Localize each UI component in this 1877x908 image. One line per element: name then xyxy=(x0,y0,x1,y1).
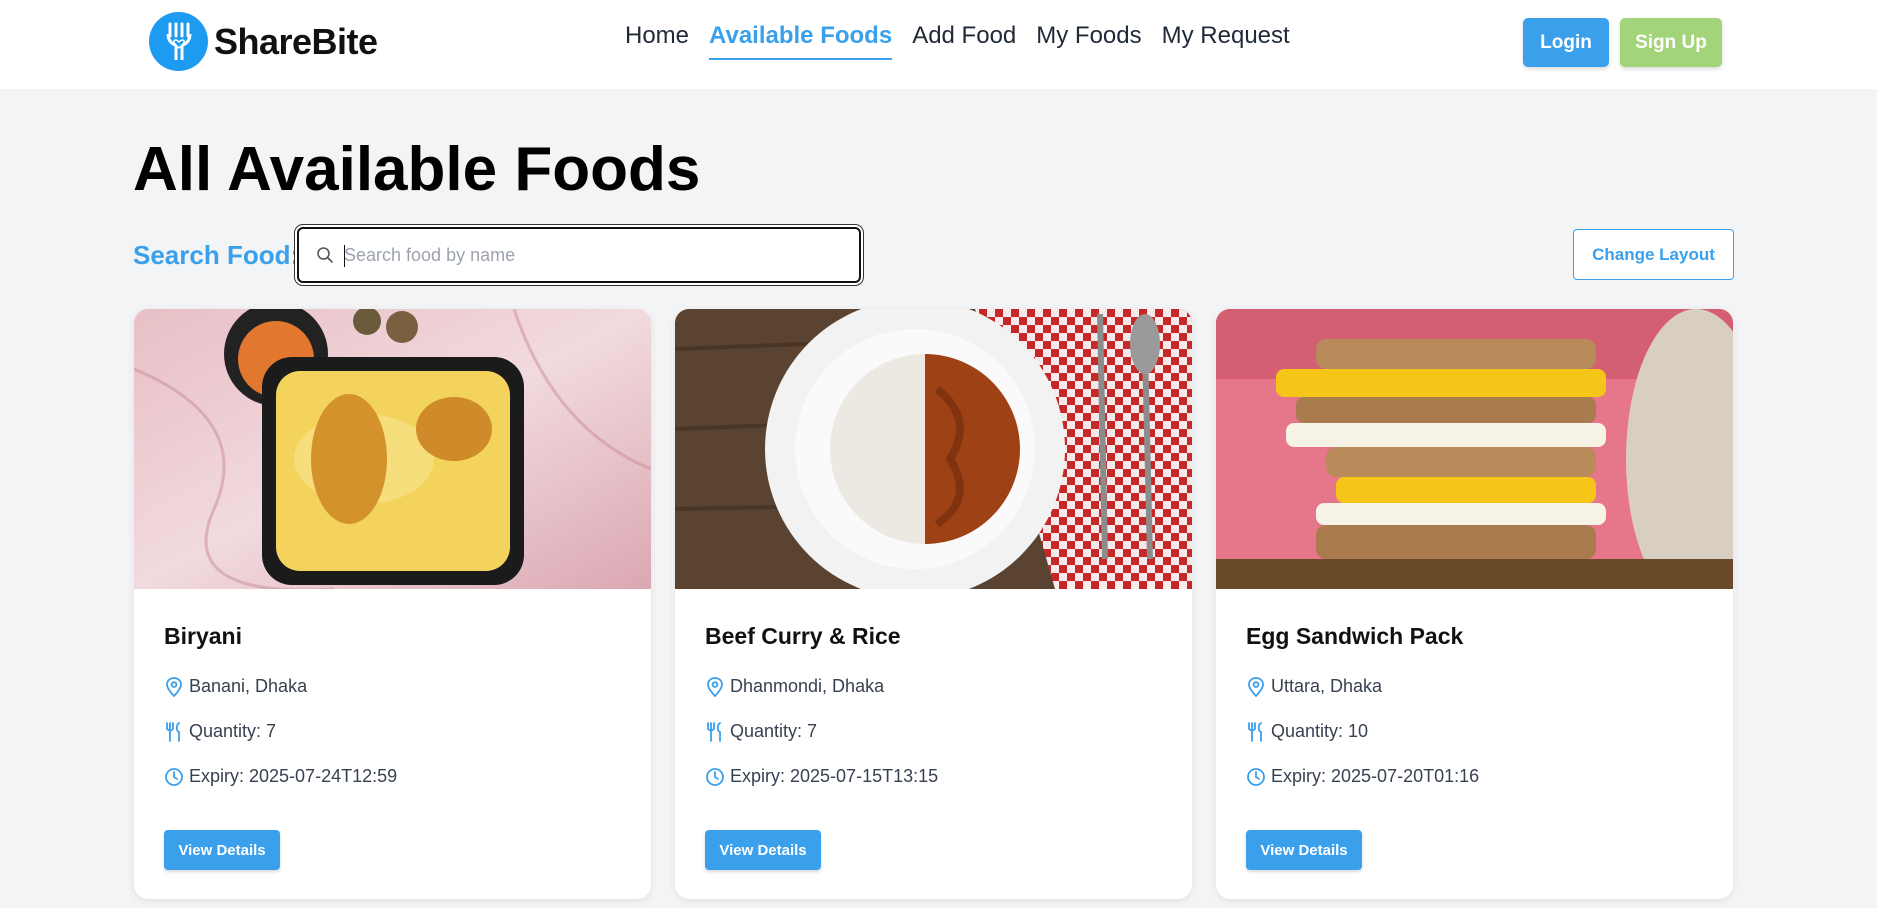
logo[interactable]: ShareBite xyxy=(149,12,378,71)
food-card-biryani: Biryani Banani, Dhaka Quantity: 7 Expiry… xyxy=(134,309,651,899)
page-title: All Available Foods xyxy=(133,135,701,204)
map-pin-icon xyxy=(705,676,725,697)
nav-available-foods[interactable]: Available Foods xyxy=(709,22,893,60)
food-location: Dhanmondi, Dhaka xyxy=(705,676,884,697)
beef-curry-rice-photo xyxy=(675,309,1192,589)
login-button[interactable]: Login xyxy=(1523,18,1609,67)
food-expiry: Expiry: 2025-07-24T12:59 xyxy=(164,766,397,787)
egg-sandwich-photo xyxy=(1216,309,1733,589)
location-text: Uttara, Dhaka xyxy=(1271,676,1383,696)
location-text: Banani, Dhaka xyxy=(189,676,308,696)
map-pin-icon xyxy=(1246,676,1266,697)
food-quantity: Quantity: 7 xyxy=(164,721,276,742)
food-location: Uttara, Dhaka xyxy=(1246,676,1382,697)
view-details-button[interactable]: View Details xyxy=(164,830,280,870)
nav-my-foods[interactable]: My Foods xyxy=(1036,22,1141,60)
nav-my-request[interactable]: My Request xyxy=(1162,22,1290,60)
change-layout-button[interactable]: Change Layout xyxy=(1573,229,1734,280)
nav-add-food[interactable]: Add Food xyxy=(912,22,1016,60)
quantity-text: Quantity: 7 xyxy=(189,721,277,741)
expiry-text: Expiry: 2025-07-20T01:16 xyxy=(1271,766,1480,786)
food-name: Beef Curry & Rice xyxy=(705,623,901,649)
food-quantity: Quantity: 7 xyxy=(705,721,817,742)
search-label: Search Food: xyxy=(133,240,300,270)
main-nav: Home Available Foods Add Food My Foods M… xyxy=(625,22,1310,60)
search-box[interactable] xyxy=(297,227,861,283)
search-icon xyxy=(316,245,336,265)
food-expiry: Expiry: 2025-07-20T01:16 xyxy=(1246,766,1479,787)
brand-name: ShareBite xyxy=(214,20,378,62)
clock-icon xyxy=(705,767,725,787)
quantity-text: Quantity: 10 xyxy=(1271,721,1369,741)
text-caret xyxy=(344,245,345,267)
map-pin-icon xyxy=(164,676,184,697)
navbar: ShareBite Home Available Foods Add Food … xyxy=(0,0,1877,89)
utensils-icon xyxy=(705,721,725,742)
search-input[interactable] xyxy=(344,235,844,275)
food-location: Banani, Dhaka xyxy=(164,676,307,697)
expiry-text: Expiry: 2025-07-24T12:59 xyxy=(189,766,398,786)
logo-fork-heart-icon xyxy=(149,12,208,71)
utensils-icon xyxy=(164,721,184,742)
food-card-beef-curry: Beef Curry & Rice Dhanmondi, Dhaka Quant… xyxy=(675,309,1192,899)
quantity-text: Quantity: 7 xyxy=(730,721,818,741)
signup-button[interactable]: Sign Up xyxy=(1620,18,1722,67)
view-details-button[interactable]: View Details xyxy=(705,830,821,870)
clock-icon xyxy=(1246,767,1266,787)
nav-home[interactable]: Home xyxy=(625,22,689,60)
view-details-button[interactable]: View Details xyxy=(1246,830,1362,870)
food-expiry: Expiry: 2025-07-15T13:15 xyxy=(705,766,938,787)
expiry-text: Expiry: 2025-07-15T13:15 xyxy=(730,766,939,786)
biryani-photo xyxy=(134,309,651,589)
utensils-icon xyxy=(1246,721,1266,742)
food-card-egg-sandwich: Egg Sandwich Pack Uttara, Dhaka Quantity… xyxy=(1216,309,1733,899)
food-quantity: Quantity: 10 xyxy=(1246,721,1368,742)
clock-icon xyxy=(164,767,184,787)
location-text: Dhanmondi, Dhaka xyxy=(730,676,885,696)
food-name: Biryani xyxy=(164,623,242,649)
food-name: Egg Sandwich Pack xyxy=(1246,623,1464,649)
